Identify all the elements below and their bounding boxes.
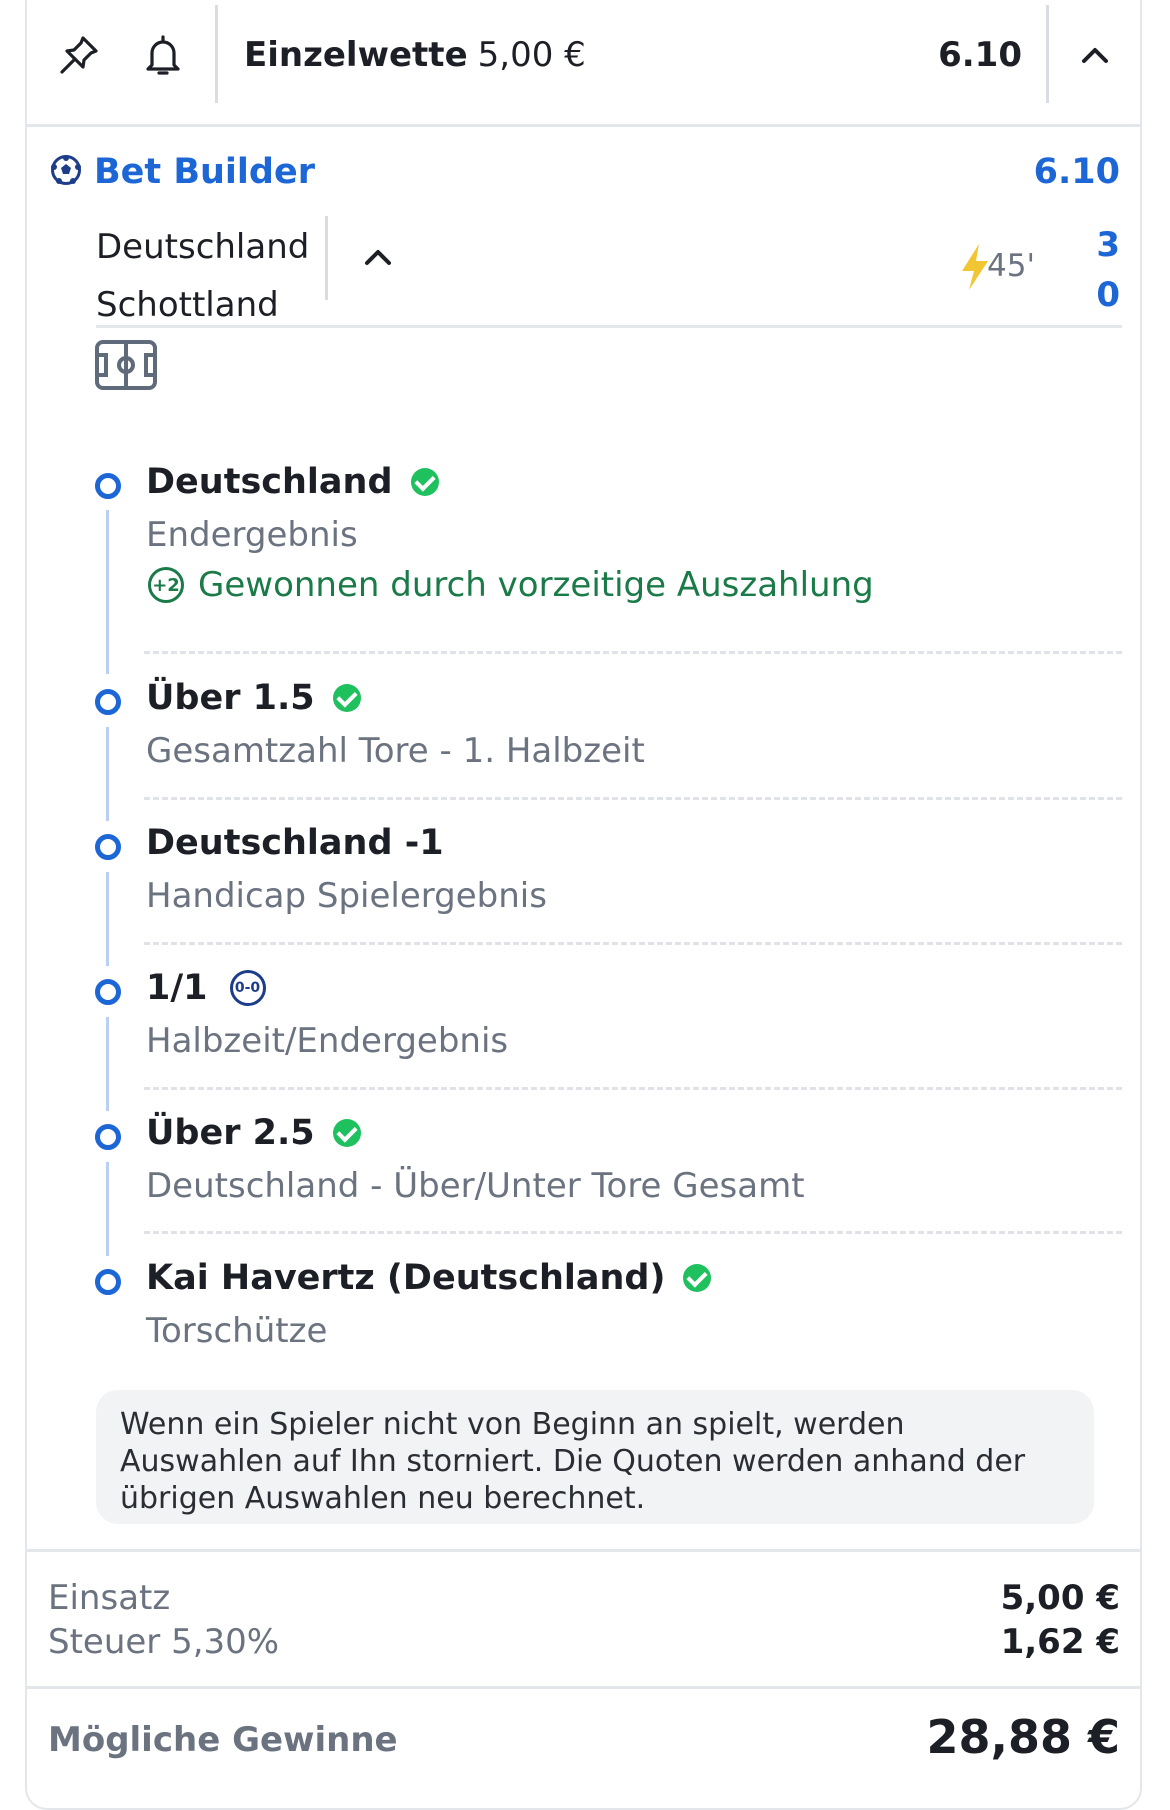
- leg-marker: [95, 979, 121, 1005]
- away-score: 0: [1096, 275, 1120, 315]
- leg-market: Torschütze: [146, 1311, 328, 1351]
- leg-connector: [106, 1162, 109, 1256]
- leg-marker: [95, 473, 121, 499]
- leg-market: Gesamtzahl Tore - 1. Halbzeit: [146, 731, 645, 771]
- bet-builder-title: Bet Builder: [94, 152, 315, 192]
- leg-selection: 1/1: [146, 968, 208, 1008]
- leg-connector: [106, 872, 109, 966]
- leg-market: Endergebnis: [146, 515, 358, 555]
- leg-divider: [144, 1231, 1122, 1234]
- bet-builder-odds: 6.10: [1033, 152, 1120, 192]
- stake-value: 5,00 €: [1000, 1578, 1120, 1618]
- check-icon: [332, 684, 361, 712]
- match-time: 45': [987, 248, 1035, 284]
- leg-marker: [95, 1269, 121, 1295]
- bell-icon[interactable]: [136, 28, 190, 82]
- header-stake: 5,00 €: [477, 35, 586, 75]
- leg-market: Halbzeit/Endergebnis: [146, 1021, 509, 1061]
- header-divider-right: [1046, 5, 1049, 103]
- check-icon: [410, 468, 439, 496]
- leg-selection: Deutschland: [146, 462, 393, 502]
- halftime-score-badge: 0-0: [229, 970, 266, 1006]
- leg-market: Deutschland - Über/Unter Tore Gesamt: [146, 1166, 805, 1206]
- header-divider: [215, 5, 218, 103]
- leg-divider: [144, 651, 1122, 654]
- plus-two-badge: +2: [148, 567, 184, 603]
- match-score: 3 0: [1096, 220, 1120, 320]
- leg-connector: [106, 1017, 109, 1111]
- stake-label: Einsatz: [48, 1578, 171, 1618]
- leg-selection: Über 1.5: [146, 678, 315, 718]
- chevron-up-icon[interactable]: [1068, 28, 1122, 82]
- leg-divider: [144, 942, 1122, 945]
- leg-marker: [95, 834, 121, 860]
- bet-type-label: Einzelwette: [244, 35, 468, 75]
- leg-market: Handicap Spielergebnis: [146, 876, 547, 916]
- winnings-value: 28,88 €: [926, 1710, 1120, 1764]
- leg-connector: [106, 510, 109, 674]
- check-icon: [683, 1264, 712, 1292]
- leg-divider: [144, 797, 1122, 800]
- leg-marker: [95, 689, 121, 715]
- summary-separator: [27, 1549, 1141, 1552]
- early-payout-text: Gewonnen durch vorzeitige Auszahlung: [198, 565, 874, 605]
- tax-label: Steuer 5,30%: [48, 1622, 280, 1662]
- football-icon: [50, 154, 82, 190]
- header-separator: [27, 124, 1141, 127]
- match-separator: [96, 325, 1122, 328]
- header-odds: 6.10: [938, 35, 1022, 75]
- match-divider: [325, 216, 328, 300]
- home-team: Deutschland: [96, 227, 310, 267]
- void-info-notice: Wenn ein Spieler nicht von Beginn an spi…: [96, 1390, 1094, 1524]
- leg-divider: [144, 1087, 1122, 1090]
- home-score: 3: [1096, 225, 1120, 265]
- winnings-label: Mögliche Gewinne: [48, 1720, 398, 1760]
- early-payout-note: +2 Gewonnen durch vorzeitige Auszahlung: [148, 565, 874, 605]
- leg-selection: Über 2.5: [146, 1113, 315, 1153]
- bet-type-title: Einzelwette 5,00 €: [244, 30, 586, 80]
- bet-slip-header: Einzelwette 5,00 € 6.10: [0, 0, 1170, 126]
- leg-connector: [106, 727, 109, 821]
- chevron-up-icon[interactable]: [362, 246, 394, 272]
- pin-icon[interactable]: [52, 28, 106, 82]
- leg-marker: [95, 1124, 121, 1150]
- leg-selection: Kai Havertz (Deutschland): [146, 1258, 666, 1298]
- match-teams[interactable]: Deutschland Schottland: [96, 218, 309, 334]
- winnings-separator: [27, 1686, 1141, 1689]
- bet-builder-header: Bet Builder: [50, 152, 315, 192]
- check-icon: [332, 1119, 361, 1147]
- pitch-stats-icon[interactable]: [95, 340, 157, 394]
- tax-value: 1,62 €: [1000, 1622, 1120, 1662]
- leg-selection: Deutschland -1: [146, 823, 444, 863]
